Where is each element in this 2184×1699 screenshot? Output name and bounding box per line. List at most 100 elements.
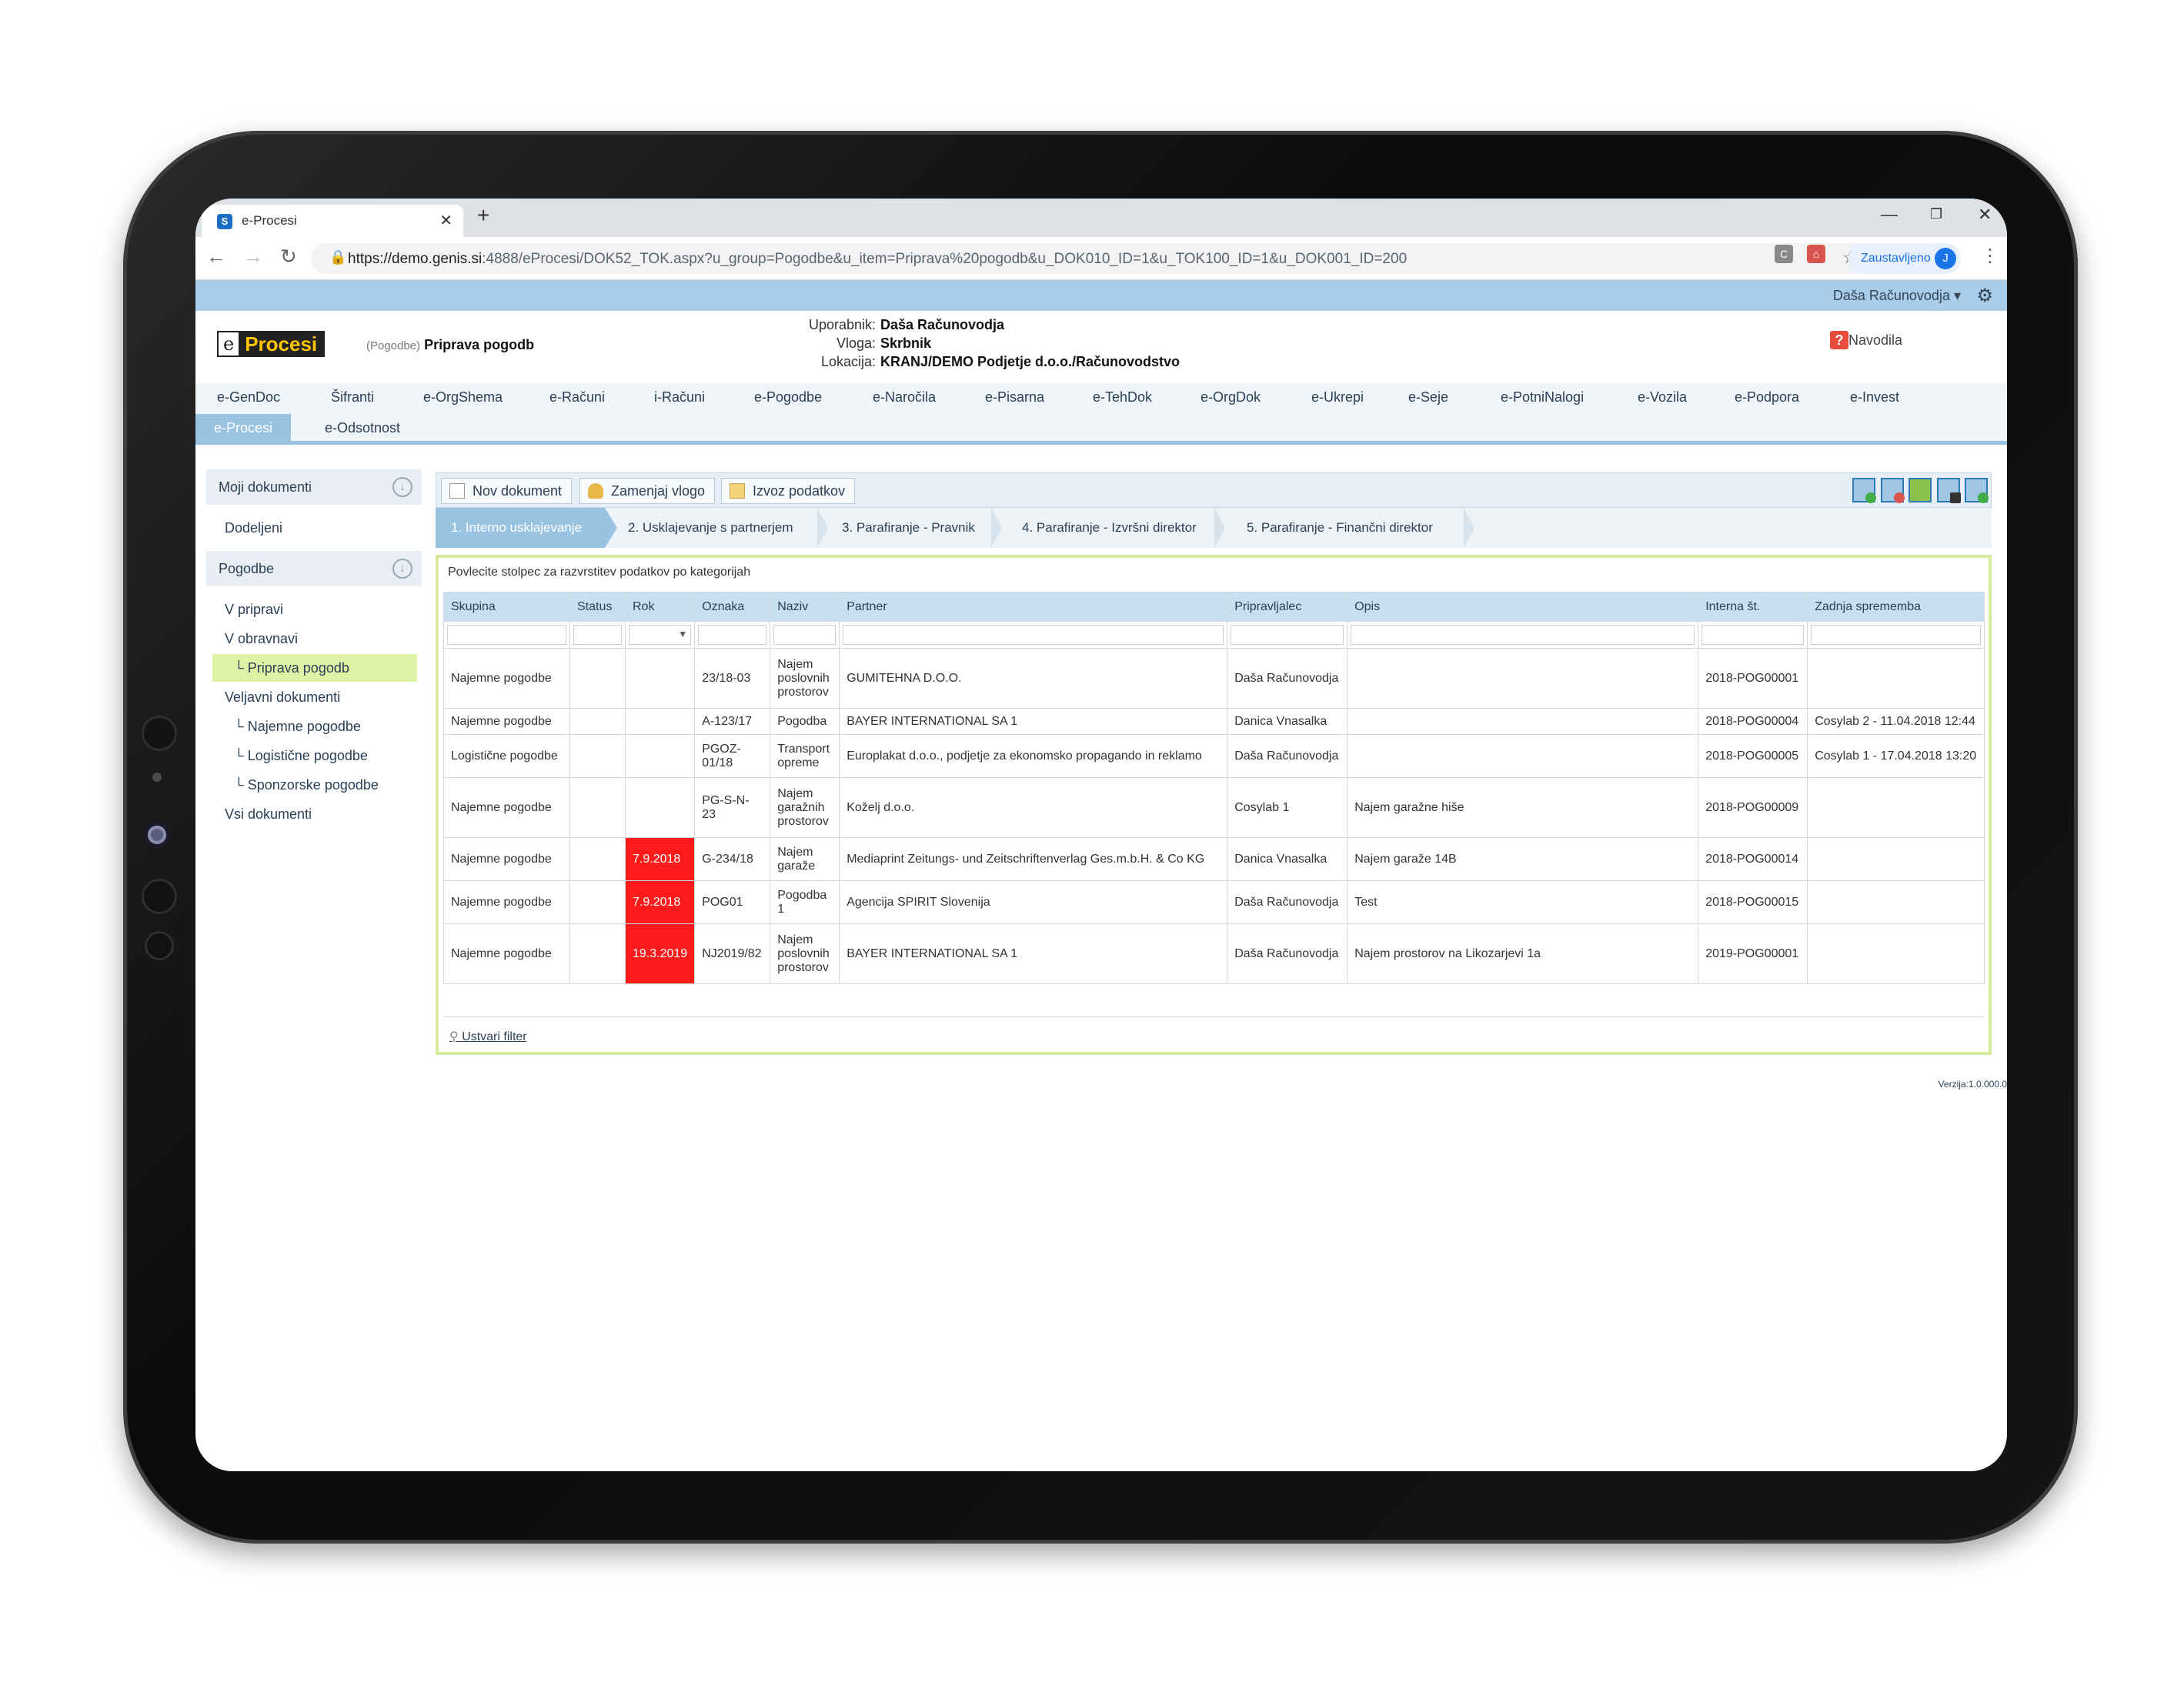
filter-input[interactable] <box>1351 625 1695 645</box>
profile-button[interactable]: Zaustavljeno J <box>1848 243 1961 274</box>
eprocesi-logo: e Procesi <box>217 331 326 357</box>
module-e-seje[interactable]: e-Seje <box>1408 389 1448 406</box>
export-data-button[interactable]: Izvoz podatkov <box>721 478 856 504</box>
module-e-orgshema[interactable]: e-OrgShema <box>423 389 503 406</box>
forward-icon[interactable]: → <box>243 245 263 269</box>
filter-input[interactable] <box>773 625 837 645</box>
sidebar-item-najemne-pogodbe[interactable]: └ Najemne pogodbe <box>234 719 361 735</box>
module-e-podpora[interactable]: e-Podpora <box>1735 389 1799 406</box>
filter-input[interactable] <box>573 625 622 645</box>
restore-icon[interactable]: ❐ <box>1930 206 1942 222</box>
new-tab-icon[interactable]: + <box>477 203 489 228</box>
module-e-ukrepi[interactable]: e-Ukrepi <box>1311 389 1364 406</box>
reload-icon[interactable]: ↻ <box>280 245 297 269</box>
create-filter-link[interactable]: ⚲ Ustvari filter <box>449 1029 527 1044</box>
column-header-opis[interactable]: Opis <box>1347 592 1699 622</box>
column-header-rok[interactable]: Rok <box>624 592 696 622</box>
sidebar-item-v-pripravi[interactable]: V pripravi <box>225 602 283 618</box>
swap-role-button[interactable]: Zamenjaj vlogo <box>579 478 716 504</box>
module-e-vozila[interactable]: e-Vozila <box>1638 389 1687 406</box>
table-row[interactable]: Najemne pogodbe A-123/17 Pogodba BAYER I… <box>443 708 1985 735</box>
sidebar-item-veljavni-dokumenti[interactable]: Veljavni dokumenti <box>225 689 340 706</box>
step-5[interactable]: 5. Parafiranje - Finančni direktor <box>1247 508 1433 548</box>
help-link[interactable]: ? Navodila <box>1830 331 1902 349</box>
step-3[interactable]: 3. Parafiranje - Pravnik <box>842 508 975 548</box>
module-e-procesi[interactable]: e-Procesi <box>195 414 292 442</box>
filter-input[interactable] <box>843 625 1224 645</box>
table-row[interactable]: Najemne pogodbe 19.3.2019 NJ2019/82 Naje… <box>443 923 1985 984</box>
back-icon[interactable]: ← <box>206 245 226 269</box>
module-e-invest[interactable]: e-Invest <box>1850 389 1899 406</box>
gear-icon[interactable]: ⚙ <box>1976 285 1993 307</box>
extension-c-icon[interactable]: C <box>1775 245 1793 263</box>
filter-cell <box>694 621 771 649</box>
edit-grid-icon[interactable] <box>1908 478 1932 502</box>
table-row[interactable]: Najemne pogodbe PG-S-N-23 Najem garažnih… <box>443 777 1985 838</box>
save-grid-icon[interactable] <box>1936 478 1961 503</box>
filter-input[interactable] <box>447 625 566 645</box>
module-e-odsotnost[interactable]: e-Odsotnost <box>325 420 400 436</box>
refresh-grid-icon[interactable] <box>1965 478 1989 503</box>
step-1[interactable]: 1. Interno usklajevanje <box>436 508 605 548</box>
sidebar-item-logisticne-pogodbe[interactable]: └ Logistične pogodbe <box>234 748 368 764</box>
module-e-gendoc[interactable]: e-GenDoc <box>217 389 280 406</box>
module-e-racuni[interactable]: e-Računi <box>549 389 605 406</box>
module-e-tehdok[interactable]: e-TehDok <box>1093 389 1152 406</box>
table-row[interactable]: Najemne pogodbe 23/18-03 Najem poslovnih… <box>443 648 1985 709</box>
step-2[interactable]: 2. Usklajevanje s partnerjem <box>628 508 793 548</box>
delete-row-icon[interactable] <box>1880 478 1905 503</box>
minimize-icon[interactable]: — <box>1881 205 1898 225</box>
user-menu[interactable]: Daša Računovodja ▾ <box>1833 288 1961 304</box>
table-row[interactable]: Najemne pogodbe 7.9.2018 POG01 Pogodba 1… <box>443 880 1985 924</box>
sidebar-item-dodeljeni[interactable]: Dodeljeni <box>225 520 282 536</box>
filter-input[interactable] <box>1231 625 1344 645</box>
column-header-oznaka[interactable]: Oznaka <box>694 592 771 622</box>
table-cell: Najemne pogodbe <box>443 777 570 838</box>
filter-input[interactable] <box>698 625 767 645</box>
column-header-naziv[interactable]: Naziv <box>770 592 840 622</box>
close-window-icon[interactable]: ✕ <box>1978 205 1992 225</box>
extension-pdf-icon[interactable]: ⌂ <box>1807 245 1825 263</box>
module-e-pisarna[interactable]: e-Pisarna <box>985 389 1044 406</box>
filter-input[interactable] <box>1811 625 1982 645</box>
app-top-strip: Daša Računovodja ▾ ⚙ <box>195 280 2007 311</box>
sidebar-item-vsi-dokumenti[interactable]: Vsi dokumenti <box>225 806 312 823</box>
collapse-icon[interactable]: ↓ <box>392 477 412 497</box>
sidebar-item-priprava-pogodb[interactable]: └ Priprava pogodb <box>234 660 349 676</box>
column-header-skupina[interactable]: Skupina <box>443 592 570 622</box>
column-header-status[interactable]: Status <box>569 592 626 622</box>
step-4[interactable]: 4. Parafiranje - Izvršni direktor <box>1022 508 1197 548</box>
close-tab-icon[interactable]: ✕ <box>439 211 452 230</box>
tablet-side-button-mid <box>142 879 177 914</box>
module-i-racuni[interactable]: i-Računi <box>654 389 705 406</box>
sidebar-item-v-obravnavi[interactable]: V obravnavi <box>225 631 298 647</box>
overdue-date-cell: 19.3.2019 <box>624 923 696 984</box>
table-row[interactable]: Najemne pogodbe 7.9.2018 G-234/18 Najem … <box>443 837 1985 881</box>
filter-dropdown[interactable]: ▼ <box>629 625 692 645</box>
module-e-pogodbe[interactable]: e-Pogodbe <box>754 389 822 406</box>
column-header-interna-st[interactable]: Interna št. <box>1698 592 1808 622</box>
column-header-zadnja-sprememba[interactable]: Zadnja sprememba <box>1807 592 1985 622</box>
sidebar-group-moji-dokumenti[interactable]: Moji dokumenti ↓ <box>206 469 422 505</box>
location-value: KRANJ/DEMO Podjetje d.o.o./Računovodstvo <box>880 354 1180 369</box>
create-filter-label: Ustvari filter <box>462 1030 527 1043</box>
address-bar[interactable]: 🔒 https://demo.genis.si:4888/eProcesi/DO… <box>311 243 1873 274</box>
browser-tab[interactable]: S e-Procesi ✕ <box>202 205 463 237</box>
module-sifranti[interactable]: Šifranti <box>331 389 374 406</box>
filter-input[interactable] <box>1701 625 1805 645</box>
sidebar-item-sponzorske-pogodbe[interactable]: └ Sponzorske pogodbe <box>234 777 379 793</box>
table-cell: GUMITEHNA D.O.O. <box>839 648 1228 709</box>
table-cell: Cosylab 2 - 11.04.2018 12:44 <box>1807 708 1985 735</box>
module-e-orgdok[interactable]: e-OrgDok <box>1201 389 1261 406</box>
collapse-icon[interactable]: ↓ <box>392 559 412 579</box>
browser-menu-icon[interactable]: ⋮ <box>1981 245 1999 267</box>
module-e-potninalogi[interactable]: e-PotniNalogi <box>1501 389 1584 406</box>
new-document-button[interactable]: Nov dokument <box>441 478 573 504</box>
column-header-pripravljalec[interactable]: Pripravljalec <box>1227 592 1348 622</box>
module-e-narocila[interactable]: e-Naročila <box>873 389 936 406</box>
column-header-partner[interactable]: Partner <box>839 592 1228 622</box>
module-nav: e-GenDoc Šifranti e-OrgShema e-Računi i-… <box>195 383 2007 445</box>
sidebar-group-pogodbe[interactable]: Pogodbe ↓ <box>206 551 422 586</box>
add-row-icon[interactable] <box>1852 478 1877 503</box>
table-row[interactable]: Logistične pogodbe PGOZ-01/18 Transport … <box>443 734 1985 778</box>
